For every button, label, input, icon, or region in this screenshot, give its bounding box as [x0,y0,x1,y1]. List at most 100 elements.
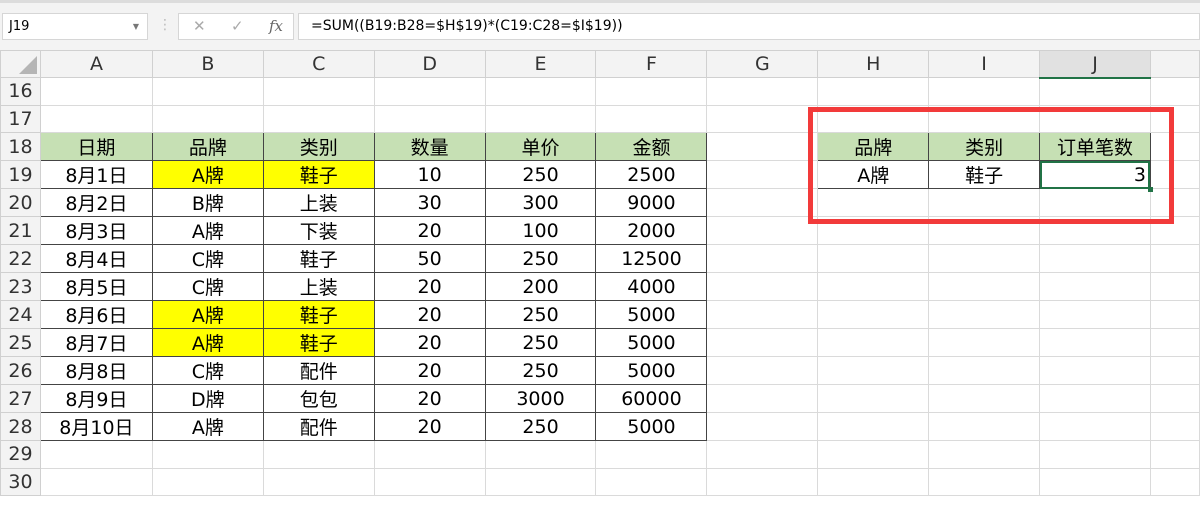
cell[interactable] [39,467,153,496]
cell[interactable] [1149,356,1200,385]
cell[interactable] [706,440,819,469]
cell[interactable] [373,467,486,496]
cell[interactable] [1149,272,1200,301]
chevron-down-icon[interactable]: ▼ [133,14,139,39]
cell[interactable] [1039,104,1151,133]
cell[interactable] [706,328,819,357]
row-header-21[interactable]: 21 [0,216,41,245]
cell[interactable] [484,104,597,133]
lookup-header[interactable]: 订单笔数 [1039,132,1151,161]
cell[interactable] [1039,272,1151,301]
row-header-16[interactable]: 16 [0,77,41,106]
cell[interactable] [1149,384,1200,413]
cell[interactable] [817,328,930,357]
table-cell[interactable]: 下装 [262,216,375,245]
cell[interactable] [39,104,153,133]
cell[interactable] [1039,356,1151,385]
cell[interactable] [817,188,930,217]
row-header-27[interactable]: 27 [0,384,41,413]
cell[interactable] [928,356,1041,385]
table-cell[interactable]: A牌 [151,160,264,189]
cell[interactable] [817,272,930,301]
table-cell[interactable]: 8月6日 [39,300,153,329]
table-cell[interactable]: 30 [373,188,486,217]
cell[interactable] [373,440,486,469]
enter-icon[interactable]: ✓ [231,17,244,35]
table-cell[interactable]: A牌 [151,300,264,329]
cell[interactable] [595,440,708,469]
row-header-23[interactable]: 23 [0,272,41,301]
cell[interactable] [1039,188,1151,217]
cell[interactable] [1039,216,1151,245]
cell[interactable] [817,356,930,385]
table-header[interactable]: 日期 [39,132,153,161]
column-header-E[interactable]: E [484,50,597,78]
cell[interactable] [1149,300,1200,329]
table-cell[interactable]: 8月8日 [39,356,153,385]
cell[interactable] [39,77,153,106]
cell[interactable] [1149,440,1200,469]
cell[interactable] [706,467,819,496]
cell[interactable] [1039,328,1151,357]
cell[interactable] [706,77,819,106]
table-cell[interactable]: 250 [484,328,597,357]
cell[interactable] [1039,467,1151,496]
cell[interactable] [928,77,1041,106]
column-header-J[interactable]: J [1039,50,1151,79]
table-cell[interactable]: 包包 [262,384,375,413]
table-cell[interactable]: 300 [484,188,597,217]
cell[interactable] [1039,412,1151,441]
cell[interactable] [928,328,1041,357]
cell[interactable] [817,216,930,245]
table-cell[interactable]: 5000 [595,300,708,329]
row-header-22[interactable]: 22 [0,244,41,273]
table-header[interactable]: 单价 [484,132,597,161]
table-cell[interactable]: 100 [484,216,597,245]
cell[interactable] [928,467,1041,496]
table-cell[interactable]: 鞋子 [262,160,375,189]
cell[interactable] [595,467,708,496]
table-cell[interactable]: 8月2日 [39,188,153,217]
cell[interactable] [1149,216,1200,245]
row-header-19[interactable]: 19 [0,160,41,189]
cell[interactable] [484,467,597,496]
table-cell[interactable]: 250 [484,160,597,189]
cell[interactable] [706,132,819,161]
cell[interactable] [262,77,375,106]
cell[interactable] [262,104,375,133]
cell[interactable] [928,216,1041,245]
table-cell[interactable]: 250 [484,412,597,441]
table-cell[interactable]: 20 [373,216,486,245]
column-header-F[interactable]: F [595,50,708,78]
table-cell[interactable]: 鞋子 [262,300,375,329]
cell[interactable] [1149,412,1200,441]
table-cell[interactable]: 上装 [262,188,375,217]
column-header-H[interactable]: H [817,50,930,78]
row-header-30[interactable]: 30 [0,467,41,496]
cell[interactable] [39,440,153,469]
column-header-A[interactable]: A [39,50,153,78]
cell[interactable] [706,412,819,441]
table-cell[interactable]: C牌 [151,272,264,301]
cell[interactable] [1149,132,1200,161]
table-cell[interactable]: 20 [373,272,486,301]
fill-handle[interactable] [1148,187,1153,192]
cell[interactable] [928,440,1041,469]
table-cell[interactable]: 8月4日 [39,244,153,273]
cell[interactable] [1149,244,1200,273]
cell[interactable] [595,77,708,106]
table-cell[interactable]: 12500 [595,244,708,273]
table-cell[interactable]: 2500 [595,160,708,189]
cell[interactable] [706,244,819,273]
table-cell[interactable]: 20 [373,412,486,441]
cell[interactable] [928,384,1041,413]
table-cell[interactable]: 20 [373,328,486,357]
cell[interactable] [1149,77,1200,106]
cell[interactable] [817,300,930,329]
cell[interactable] [373,77,486,106]
table-cell[interactable]: 250 [484,300,597,329]
table-cell[interactable]: 8月1日 [39,160,153,189]
table-cell[interactable]: 5000 [595,328,708,357]
cell[interactable] [928,104,1041,133]
table-cell[interactable]: 5000 [595,356,708,385]
